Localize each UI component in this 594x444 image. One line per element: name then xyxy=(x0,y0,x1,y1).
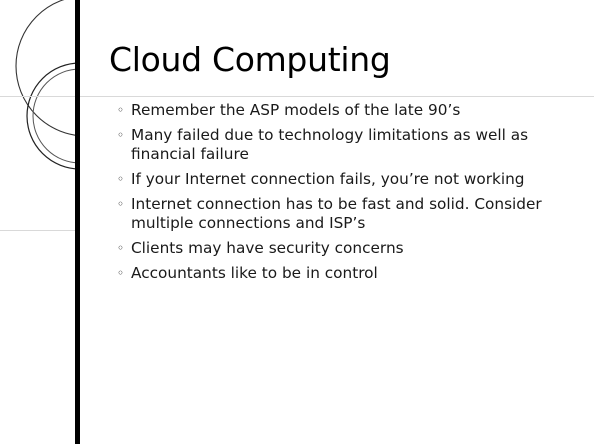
bullet-text: Remember the ASP models of the late 90’s xyxy=(131,101,461,119)
bullet-text: Many failed due to technology limitation… xyxy=(131,126,529,163)
bullet-text: Accountants like to be in control xyxy=(131,264,378,282)
bullet-list: ◦ Remember the ASP models of the late 90’… xyxy=(117,101,577,289)
bullet-text: Internet connection has to be fast and s… xyxy=(131,195,542,232)
side-divider xyxy=(0,230,76,231)
bullet-item: ◦ Accountants like to be in control xyxy=(117,264,577,283)
decorative-circle-inner xyxy=(32,68,80,164)
accent-bar xyxy=(75,0,80,444)
bullet-circle-icon: ◦ xyxy=(117,172,125,186)
decorative-circle-large xyxy=(15,0,80,137)
decorative-circles xyxy=(15,0,80,170)
bullet-circle-icon: ◦ xyxy=(117,241,125,255)
bullet-item: ◦ Clients may have security concerns xyxy=(117,239,577,258)
bullet-circle-icon: ◦ xyxy=(117,197,125,211)
bullet-item: ◦ Many failed due to technology limitatio… xyxy=(117,126,577,164)
bullet-text: Clients may have security concerns xyxy=(131,239,404,257)
bullet-item: ◦ If your Internet connection fails, you’… xyxy=(117,170,577,189)
bullet-circle-icon: ◦ xyxy=(117,128,125,142)
bullet-circle-icon: ◦ xyxy=(117,103,125,117)
slide-title: Cloud Computing xyxy=(109,40,391,79)
top-divider xyxy=(0,96,594,97)
bullet-circle-icon: ◦ xyxy=(117,266,125,280)
bullet-item: ◦ Remember the ASP models of the late 90’… xyxy=(117,101,577,120)
slide: Cloud Computing ◦ Remember the ASP models… xyxy=(0,0,594,444)
decorative-circle-outer xyxy=(26,62,80,170)
bullet-text: If your Internet connection fails, you’r… xyxy=(131,170,525,188)
bullet-item: ◦ Internet connection has to be fast and … xyxy=(117,195,577,233)
